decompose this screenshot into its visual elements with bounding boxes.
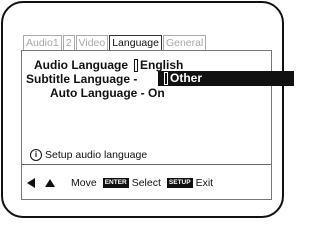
setup-key-icon: SETUP	[166, 178, 193, 188]
subtitle-language-label: Subtitle Language -	[26, 72, 138, 86]
tab-audio2[interactable]: 2	[62, 35, 75, 51]
enter-key-icon: ENTER	[102, 178, 129, 188]
help-bar: Move ENTER Select SETUP Exit	[27, 175, 266, 191]
exit-label: Exit	[195, 177, 214, 189]
move-label: Move	[71, 177, 97, 189]
arrow-left-icon	[27, 178, 35, 188]
audio-language-value: English	[140, 58, 184, 72]
dropdown-option-other[interactable]: Other	[170, 71, 202, 86]
info-text: Setup audio language	[45, 149, 148, 161]
tab-audio1[interactable]: Audio1	[23, 35, 62, 51]
menu-row-auto-language[interactable]: Auto Language - On	[50, 86, 165, 100]
settings-panel: Audio Language English Subtitle Language …	[21, 50, 294, 200]
select-label: Select	[131, 177, 161, 189]
cursor-icon	[134, 59, 138, 73]
menu-row-subtitle-language[interactable]: Subtitle Language -	[26, 72, 137, 86]
tab-bar: Audio1 2 Video Language General	[23, 35, 207, 51]
arrow-up-icon	[45, 179, 55, 187]
osd-screen: Audio1 2 Video Language General Audio La…	[1, 1, 294, 218]
tab-language[interactable]: Language	[109, 35, 162, 51]
tab-video[interactable]: Video	[75, 35, 109, 51]
audio-language-label: Audio Language	[34, 58, 128, 72]
language-dropdown[interactable]: Other	[158, 71, 294, 86]
info-line: i Setup audio language	[30, 149, 147, 161]
tab-general[interactable]: General	[162, 35, 207, 51]
divider	[22, 164, 271, 165]
cursor-icon	[164, 72, 168, 86]
info-icon: i	[30, 149, 42, 161]
